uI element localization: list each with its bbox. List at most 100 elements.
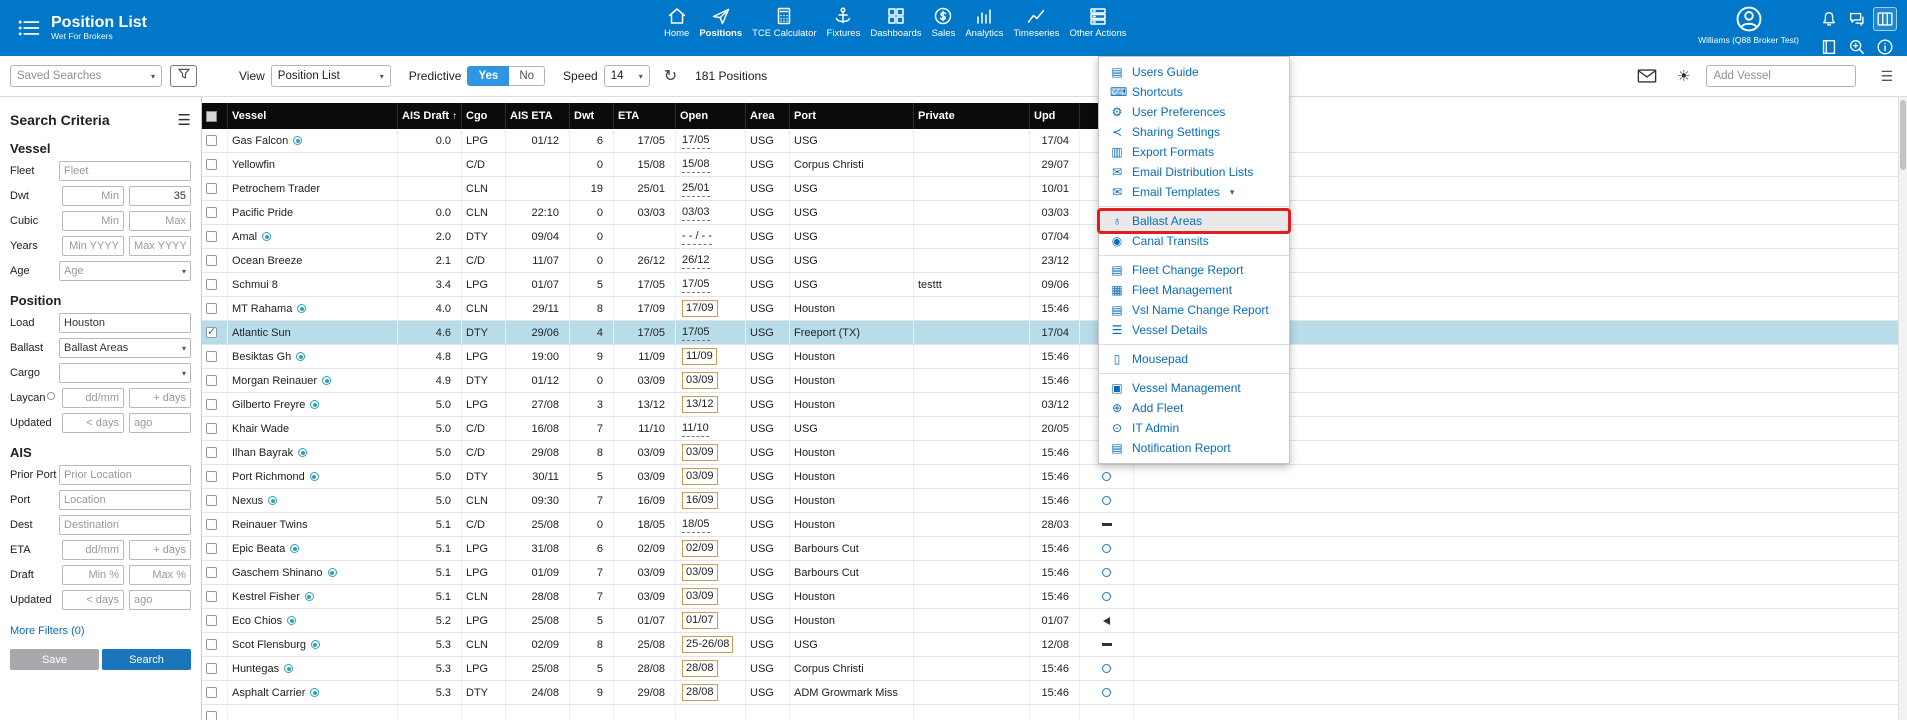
table-row[interactable]: Gas Falcon0.0LPG01/12617/0517/05USGUSG17… xyxy=(202,129,1907,153)
row-checkbox[interactable] xyxy=(206,447,217,458)
open-date-cell[interactable]: 11/10 xyxy=(676,417,746,440)
column-header-open[interactable]: Open xyxy=(676,103,746,129)
vessel-name[interactable]: Besiktas Gh xyxy=(228,345,398,368)
vessel-name[interactable]: Gilberto Freyre xyxy=(228,393,398,416)
row-checkbox[interactable] xyxy=(206,279,217,290)
table-row[interactable]: Khair Wade5.0C/D16/08711/1011/10USGUSG20… xyxy=(202,417,1907,441)
menu-item-fleet-change-report[interactable]: ▤Fleet Change Report xyxy=(1099,260,1289,280)
menu-item-mousepad[interactable]: ▯Mousepad xyxy=(1099,349,1289,369)
table-row[interactable]: Schmui 83.4LPG01/07517/0517/05USGUSGtest… xyxy=(202,273,1907,297)
vessel-name[interactable]: Gaschem Shinano xyxy=(228,561,398,584)
nav-item-sales[interactable]: Sales xyxy=(928,5,960,39)
table-row[interactable] xyxy=(202,705,1907,720)
menu-item-vessel-details[interactable]: ☰Vessel Details xyxy=(1099,320,1289,340)
vessel-name[interactable]: MT Rahama xyxy=(228,297,398,320)
ais-eta-input-1[interactable] xyxy=(129,540,191,560)
open-date-cell[interactable]: 17/05 xyxy=(676,321,746,344)
vessel-name[interactable]: Nexus xyxy=(228,489,398,512)
vessel-name[interactable]: Ilhan Bayrak xyxy=(228,441,398,464)
table-row[interactable]: Port Richmond5.0DTY30/11503/0903/09USGHo… xyxy=(202,465,1907,489)
ais-eta-input-0[interactable] xyxy=(62,540,124,560)
open-date-cell[interactable]: 03/09 xyxy=(676,561,746,584)
predictive-no-button[interactable]: No xyxy=(509,66,545,86)
row-checkbox[interactable] xyxy=(206,471,217,482)
nav-item-fixtures[interactable]: Fixtures xyxy=(823,5,865,39)
ais-draft-input-0[interactable] xyxy=(62,565,124,585)
vessel-years-input-0[interactable] xyxy=(62,236,124,256)
menu-item-vessel-management[interactable]: ▣Vessel Management xyxy=(1099,378,1289,398)
table-row[interactable]: Ocean Breeze2.1C/D11/07026/1226/12USGUSG… xyxy=(202,249,1907,273)
vertical-scrollbar[interactable] xyxy=(1898,97,1907,720)
menu-item-add-fleet[interactable]: ⊕Add Fleet xyxy=(1099,398,1289,418)
scrollbar-thumb[interactable] xyxy=(1900,100,1906,170)
chat-icon[interactable] xyxy=(1845,7,1869,31)
more-filters-link[interactable]: More Filters (0) xyxy=(10,625,85,637)
vessel-name[interactable]: Port Richmond xyxy=(228,465,398,488)
vessel-name[interactable]: Yellowfin xyxy=(228,153,398,176)
open-date-cell[interactable]: 28/08 xyxy=(676,657,746,680)
nav-item-other-actions[interactable]: Other Actions xyxy=(1065,5,1130,39)
nav-item-home[interactable]: Home xyxy=(660,5,693,39)
vessel-name[interactable]: Kestrel Fisher xyxy=(228,585,398,608)
row-checkbox[interactable] xyxy=(206,687,217,698)
open-date-cell[interactable]: 03/09 xyxy=(676,465,746,488)
row-checkbox[interactable] xyxy=(206,519,217,530)
user-avatar-icon[interactable] xyxy=(1735,5,1763,33)
table-row[interactable]: YellowfinC/D015/0815/08USGCorpus Christi… xyxy=(202,153,1907,177)
menu-item-it-admin[interactable]: ⊙IT Admin xyxy=(1099,418,1289,438)
position-updated-input-0[interactable] xyxy=(62,413,124,433)
vessel-name[interactable]: Huntegas xyxy=(228,657,398,680)
table-row[interactable]: Eco Chios5.2LPG25/08501/0701/07USGHousto… xyxy=(202,609,1907,633)
open-date-cell[interactable]: - - / - - xyxy=(676,225,746,248)
book-icon[interactable] xyxy=(1817,35,1841,59)
column-header-ais_eta[interactable]: AIS ETA xyxy=(506,103,570,129)
position-laycan-input-1[interactable] xyxy=(129,388,191,408)
vessel-name[interactable]: Scot Flensburg xyxy=(228,633,398,656)
refresh-icon[interactable]: ↻ xyxy=(664,66,677,86)
vessel-name[interactable]: Khair Wade xyxy=(228,417,398,440)
user-menu[interactable]: Williams (Q88 Broker Test) xyxy=(1698,5,1799,45)
row-checkbox[interactable] xyxy=(206,303,217,314)
row-checkbox[interactable] xyxy=(206,255,217,266)
column-header-dwt[interactable]: Dwt xyxy=(570,103,614,129)
ais-updated-input-0[interactable] xyxy=(62,590,124,610)
menu-item-ballast-areas[interactable]: ♁Ballast Areas xyxy=(1099,211,1289,231)
table-row[interactable]: Kestrel Fisher5.1CLN28/08703/0903/09USGH… xyxy=(202,585,1907,609)
position-laycan-input-0[interactable] xyxy=(62,388,124,408)
row-checkbox[interactable] xyxy=(206,591,217,602)
row-checkbox[interactable] xyxy=(206,135,217,146)
ais-dest-input-0[interactable] xyxy=(59,515,191,535)
row-checkbox[interactable]: ✓ xyxy=(206,327,217,338)
nav-item-timeseries[interactable]: Timeseries xyxy=(1009,5,1063,39)
vessel-name[interactable]: Epic Beata xyxy=(228,537,398,560)
menu-item-sharing-settings[interactable]: ≺Sharing Settings xyxy=(1099,122,1289,142)
vessel-cubic-input-0[interactable] xyxy=(62,211,124,231)
row-checkbox[interactable] xyxy=(206,423,217,434)
open-date-cell[interactable]: 03/03 xyxy=(676,201,746,224)
open-date-cell[interactable]: 25-26/08 xyxy=(676,633,746,656)
ais-draft-input-1[interactable] xyxy=(129,565,191,585)
row-checkbox[interactable] xyxy=(206,663,217,674)
open-date-cell[interactable]: 15/08 xyxy=(676,153,746,176)
open-date-cell[interactable]: 26/12 xyxy=(676,249,746,272)
vessel-name[interactable]: Petrochem Trader xyxy=(228,177,398,200)
panel-icon[interactable] xyxy=(1873,7,1897,31)
row-checkbox[interactable] xyxy=(206,207,217,218)
open-date-cell[interactable]: 25/01 xyxy=(676,177,746,200)
row-checkbox[interactable] xyxy=(206,399,217,410)
open-date-cell[interactable]: 17/09 xyxy=(676,297,746,320)
vessel-age-select[interactable]: Age▾ xyxy=(59,261,191,281)
open-date-cell[interactable]: 11/09 xyxy=(676,345,746,368)
row-checkbox[interactable] xyxy=(206,495,217,506)
open-date-cell[interactable]: 01/07 xyxy=(676,609,746,632)
envelope-icon[interactable] xyxy=(1633,66,1661,86)
table-row[interactable]: Amal2.0DTY09/040- - / - -USGUSG07/04 xyxy=(202,225,1907,249)
info-icon[interactable] xyxy=(1873,35,1897,59)
predictive-yes-button[interactable]: Yes xyxy=(467,66,509,86)
brightness-icon[interactable]: ☀ xyxy=(1677,67,1690,85)
vessel-name[interactable]: Ocean Breeze xyxy=(228,249,398,272)
table-row[interactable]: Morgan Reinauer4.9DTY01/12003/0903/09USG… xyxy=(202,369,1907,393)
position-ballast-select[interactable]: Ballast Areas▾ xyxy=(59,338,191,358)
open-date-cell[interactable]: 03/09 xyxy=(676,441,746,464)
vessel-name[interactable]: Morgan Reinauer xyxy=(228,369,398,392)
